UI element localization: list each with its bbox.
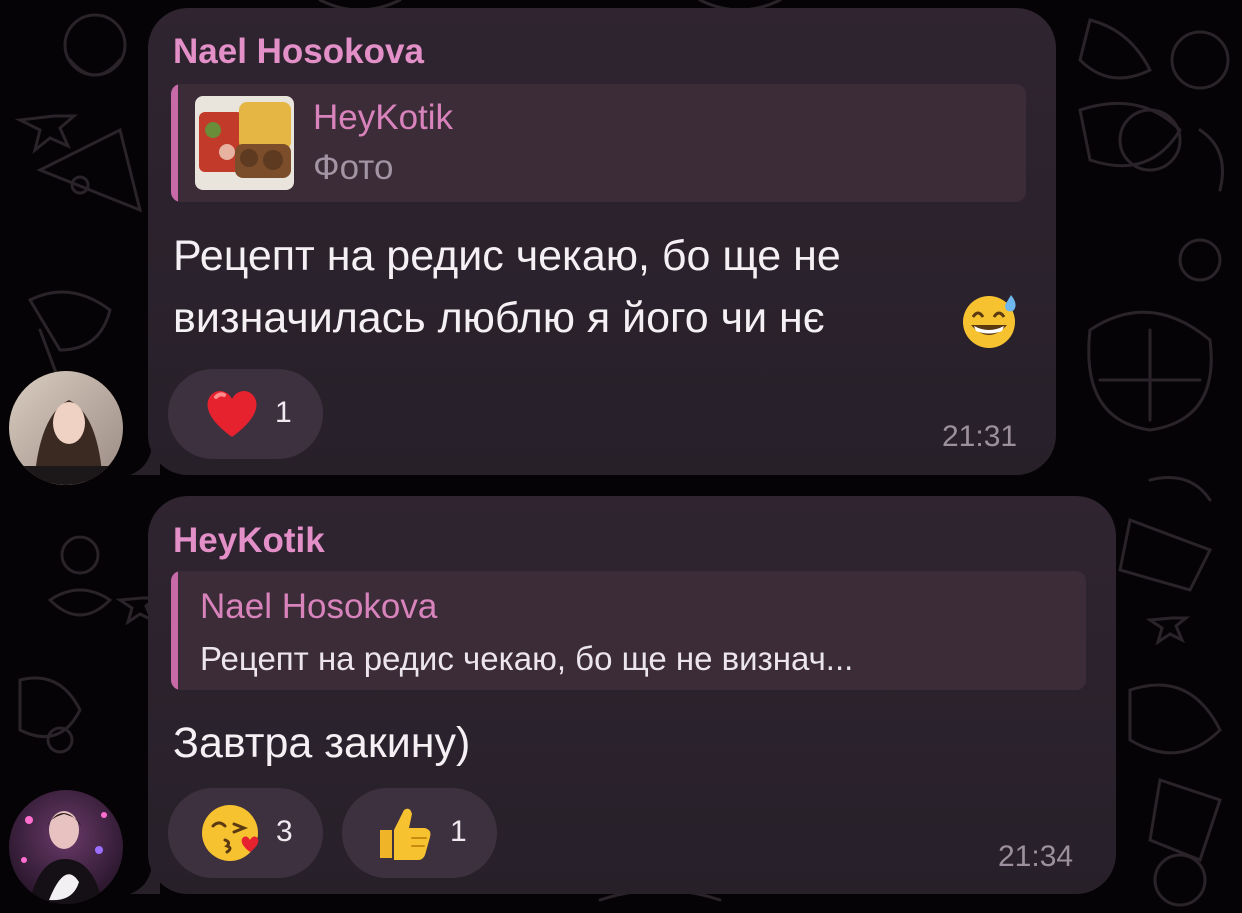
avatar-nael-hosokova[interactable] xyxy=(9,371,123,485)
avatar-heykotik[interactable] xyxy=(9,790,123,904)
message-text: Завтра закину) xyxy=(173,719,471,767)
reply-preview[interactable]: HeyKotik Фото xyxy=(171,84,1026,202)
reaction-heart[interactable]: 1 xyxy=(168,369,323,459)
message-text-line: визначилась люблю я його чи нє xyxy=(173,294,825,342)
reaction-count: 1 xyxy=(275,396,292,429)
reply-author: Nael Hosokova xyxy=(200,587,438,626)
reply-preview-text: Рецепт на редис чекаю, бо ще не визнач..… xyxy=(200,640,854,677)
reply-bar xyxy=(171,84,178,202)
message-text: Рецепт на редис чекаю, бо ще не визначил… xyxy=(173,225,1016,349)
reply-author: HeyKotik xyxy=(313,98,454,137)
chat-view: Nael Hosokova HeyKotik Фото Рецепт на ре… xyxy=(0,0,1242,913)
sender-name[interactable]: HeyKotik xyxy=(173,521,325,561)
reaction-thumbs-up[interactable]: 1 xyxy=(342,788,497,878)
thumbs-up-icon xyxy=(380,808,431,860)
food-photo-thumbnail xyxy=(195,96,294,190)
reaction-count: 3 xyxy=(276,815,293,848)
avatar-photo-icon xyxy=(9,790,123,904)
reply-preview[interactable]: Nael Hosokova Рецепт на редис чекаю, бо … xyxy=(171,571,1086,690)
reaction-count: 1 xyxy=(450,815,467,848)
avatar-photo-icon xyxy=(9,371,123,485)
red-heart-icon xyxy=(207,390,257,437)
grinning-face-with-sweat-icon xyxy=(963,295,1016,348)
reaction-kiss[interactable]: 3 xyxy=(168,788,323,878)
message-time: 21:31 xyxy=(942,420,1018,453)
message-text-line: Рецепт на редис чекаю, бо ще не xyxy=(173,232,841,280)
sender-name[interactable]: Nael Hosokova xyxy=(173,32,424,72)
reply-preview-text: Фото xyxy=(313,148,394,187)
message-time: 21:34 xyxy=(998,840,1074,873)
reply-bar xyxy=(171,571,178,690)
face-blowing-kiss-icon xyxy=(202,805,259,861)
